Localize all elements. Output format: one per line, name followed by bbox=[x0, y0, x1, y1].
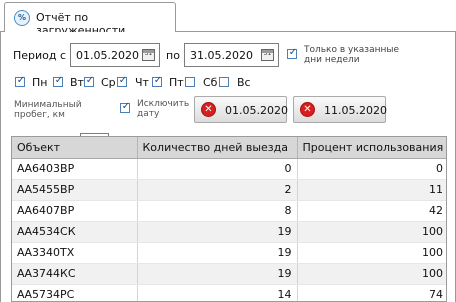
table-row[interactable]: АА3340ТХ 19 100 bbox=[12, 242, 446, 264]
tab-bar: % Отчёт по загруженности bbox=[0, 0, 456, 37]
cell-days: 19 bbox=[137, 221, 298, 243]
cell-days: 14 bbox=[137, 284, 298, 301]
cell-days: 2 bbox=[137, 179, 298, 201]
cell-percent: 100 bbox=[297, 263, 446, 285]
cell-days: 8 bbox=[137, 200, 298, 222]
weekday-checkbox-tue[interactable] bbox=[53, 75, 64, 87]
weekday-checkbox-thu[interactable] bbox=[117, 75, 128, 87]
weekday-checkbox-thu-2[interactable] bbox=[152, 75, 163, 87]
cell-days: 0 bbox=[137, 158, 298, 180]
cell-object: АА6407ВР bbox=[12, 200, 138, 222]
table-row[interactable]: АА3744КС 19 100 bbox=[12, 263, 446, 285]
column-header-object[interactable]: Объект bbox=[12, 137, 138, 159]
weekday-checkbox-wed[interactable] bbox=[84, 75, 95, 87]
column-header-days[interactable]: Количество дней выезда bbox=[137, 137, 298, 159]
period-label: Период с bbox=[13, 49, 67, 62]
table-row[interactable]: АА4534СК 19 100 bbox=[12, 221, 446, 243]
excluded-date-button-2[interactable]: ✕ 11.05.2020 bbox=[293, 96, 387, 123]
date-to-value: 31.05.2020 bbox=[190, 49, 253, 62]
cell-days: 19 bbox=[137, 263, 298, 285]
exclude-date-checkbox[interactable] bbox=[120, 101, 131, 113]
remove-icon: ✕ bbox=[201, 102, 216, 117]
weekday-label-wed: Ср bbox=[101, 76, 116, 89]
weekday-label-thu: Чт bbox=[135, 76, 149, 89]
report-table: Объект Количество дней выезда Процент ис… bbox=[11, 136, 447, 302]
cell-percent: 74 bbox=[297, 284, 446, 301]
only-weekdays-label: Только в указанные дни недели bbox=[304, 45, 400, 65]
cell-days: 19 bbox=[137, 242, 298, 264]
weekday-label-tue: Вт bbox=[70, 76, 84, 89]
cell-object: АА5734РС bbox=[12, 284, 138, 301]
exclude-date-label: Исключить дату bbox=[137, 99, 190, 119]
cell-percent: 11 bbox=[297, 179, 446, 201]
weekday-label-fri: Пт bbox=[169, 76, 184, 89]
weekday-checkbox-mon[interactable] bbox=[15, 75, 26, 87]
cell-percent: 100 bbox=[297, 221, 446, 243]
date-from-field[interactable]: 01.05.2020 31 bbox=[70, 43, 160, 67]
cell-object: АА6403ВР bbox=[12, 158, 138, 180]
table-row[interactable]: АА6407ВР 8 42 bbox=[12, 200, 446, 222]
excluded-date-button-1[interactable]: ✕ 01.05.2020 bbox=[194, 96, 288, 123]
date-to-field[interactable]: 31.05.2020 31 bbox=[184, 43, 279, 67]
min-mileage-label: Минимальный пробег, км bbox=[14, 100, 82, 120]
excluded-date-label: 11.05.2020 bbox=[324, 104, 387, 117]
weekday-label-sun: Вс bbox=[237, 76, 251, 89]
weekday-checkbox-sat[interactable] bbox=[219, 77, 229, 87]
column-header-percent[interactable]: Процент использования bbox=[297, 137, 446, 159]
table-row[interactable]: АА5734РС 14 74 bbox=[12, 284, 446, 301]
cell-object: АА3744КС bbox=[12, 263, 138, 285]
to-label: по bbox=[166, 49, 180, 62]
cell-percent: 42 bbox=[297, 200, 446, 222]
percent-icon: % bbox=[14, 10, 30, 26]
weekday-label-mon: Пн bbox=[32, 76, 48, 89]
cell-object: АА5455ВР bbox=[12, 179, 138, 201]
table-row[interactable]: АА5455ВР 2 11 bbox=[12, 179, 446, 201]
table-header-row: Объект Количество дней выезда Процент ис… bbox=[12, 137, 446, 159]
calendar-icon[interactable]: 31 bbox=[142, 49, 155, 61]
table-row[interactable]: АА6403ВР 0 0 bbox=[12, 158, 446, 180]
weekday-label-sat: Сб bbox=[203, 76, 218, 89]
only-weekdays-checkbox[interactable] bbox=[287, 47, 298, 59]
weekday-checkbox-fri[interactable] bbox=[185, 77, 195, 87]
calendar-icon[interactable]: 31 bbox=[261, 49, 274, 61]
cell-object: АА3340ТХ bbox=[12, 242, 138, 264]
cell-object: АА4534СК bbox=[12, 221, 138, 243]
tab-load-report[interactable]: % Отчёт по загруженности bbox=[4, 2, 176, 37]
excluded-date-label: 01.05.2020 bbox=[225, 104, 288, 117]
cell-percent: 100 bbox=[297, 242, 446, 264]
remove-icon: ✕ bbox=[300, 102, 315, 117]
date-from-value: 01.05.2020 bbox=[76, 49, 139, 62]
cell-percent: 0 bbox=[297, 158, 446, 180]
